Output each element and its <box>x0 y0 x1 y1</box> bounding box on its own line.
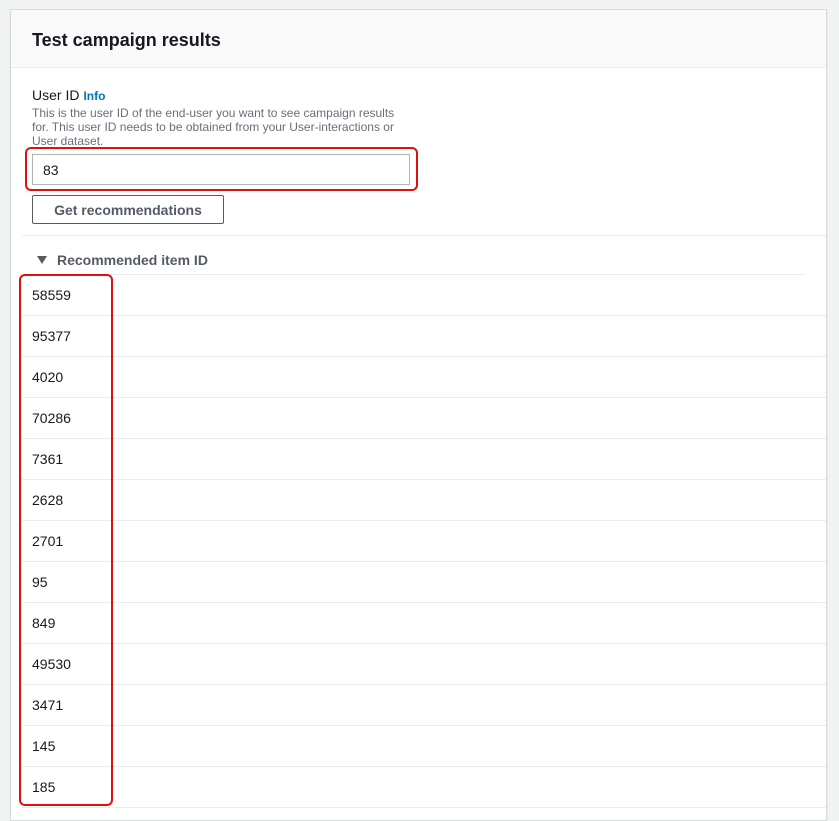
input-highlight-annotation <box>25 147 418 191</box>
user-id-label-row: User ID Info <box>32 87 412 104</box>
user-id-form-field: User ID Info This is the user ID of the e… <box>32 87 412 148</box>
list-item: 185 <box>22 767 826 808</box>
recommended-items-toggle[interactable]: Recommended item ID <box>37 252 208 268</box>
list-item: 4020 <box>22 357 826 398</box>
list-item: 58559 <box>22 275 826 316</box>
section-divider <box>22 235 826 236</box>
results-highlight-annotation <box>19 274 113 806</box>
caret-down-icon <box>37 256 47 264</box>
list-item: 7361 <box>22 439 826 480</box>
list-item: 2701 <box>22 521 826 562</box>
list-item: 145 <box>22 726 826 767</box>
panel-title: Test campaign results <box>32 30 221 50</box>
recommended-items-list: 58559 95377 4020 70286 7361 2628 2701 95 849 4953… <box>22 275 826 808</box>
list-item: 70286 <box>22 398 826 439</box>
panel-header: Test campaign results <box>11 10 826 68</box>
list-item: 3471 <box>22 685 826 726</box>
get-recommendations-button[interactable]: Get recommendations <box>32 195 224 224</box>
info-link[interactable]: Info <box>83 89 105 103</box>
list-item: 849 <box>22 603 826 644</box>
recommended-items-header: Recommended item ID <box>57 252 208 268</box>
user-id-label: User ID <box>32 87 80 103</box>
list-item: 49530 <box>22 644 826 685</box>
campaign-results-panel: Test campaign results User ID Info This i… <box>10 9 827 821</box>
list-item: 2628 <box>22 480 826 521</box>
user-id-description: This is the user ID of the end-user you … <box>32 106 395 148</box>
list-item: 95377 <box>22 316 826 357</box>
list-item: 95 <box>22 562 826 603</box>
